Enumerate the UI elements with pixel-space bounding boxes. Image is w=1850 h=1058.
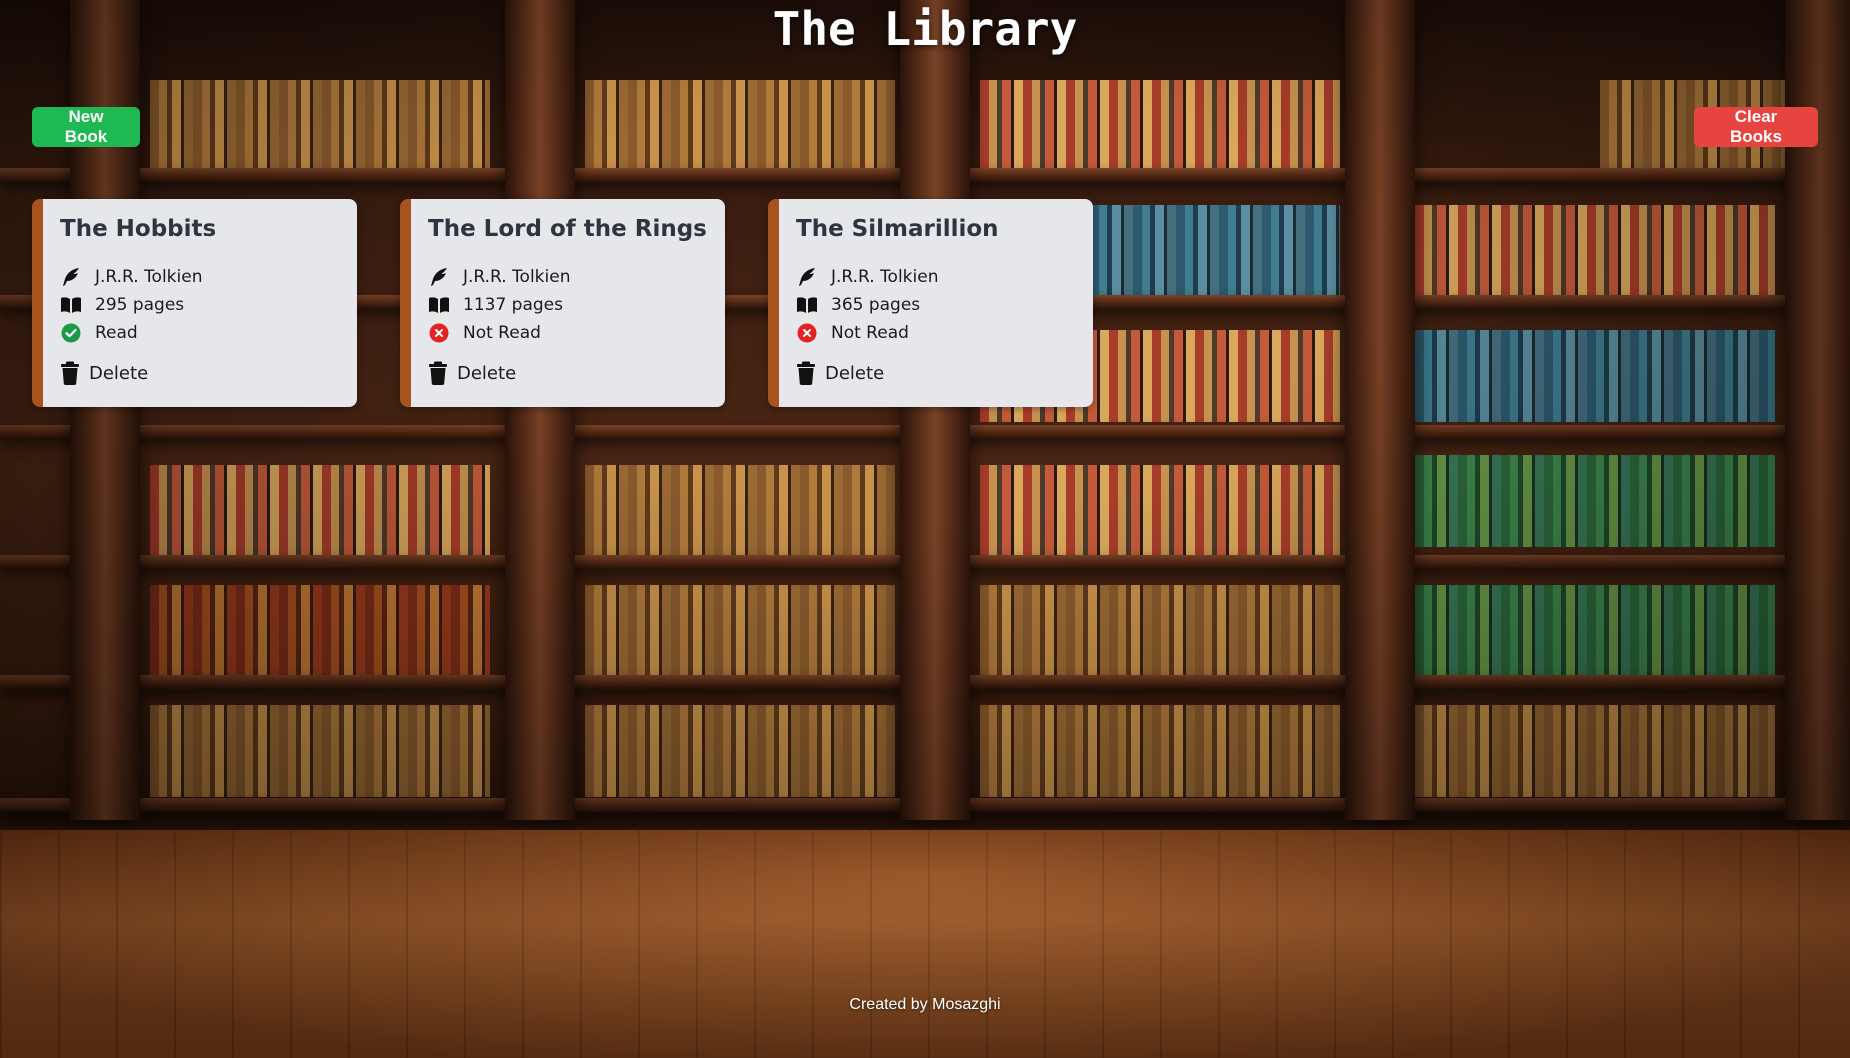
book-pages: 1137 pages (463, 295, 563, 315)
wooden-floor (0, 830, 1850, 1058)
page-title: The Library (772, 2, 1078, 56)
book-status-row[interactable]: Not Read (796, 319, 1093, 347)
book-author-row: J.R.R. Tolkien (60, 263, 357, 291)
book-author: J.R.R. Tolkien (463, 267, 571, 287)
quill-icon (796, 266, 818, 288)
book-status[interactable]: Not Read (463, 323, 541, 343)
book-card: The Hobbits J.R.R. Tolkien 295 pages Rea… (32, 199, 357, 407)
book-status[interactable]: Read (95, 323, 138, 343)
book-status[interactable]: Not Read (831, 323, 909, 343)
book-title: The Silmarillion (796, 216, 999, 242)
open-book-icon (796, 294, 818, 316)
x-circle-icon[interactable] (796, 322, 818, 344)
book-pages-row: 365 pages (796, 291, 1093, 319)
delete-book-button[interactable]: Delete (60, 361, 357, 385)
book-author: J.R.R. Tolkien (831, 267, 939, 287)
book-pages: 365 pages (831, 295, 921, 315)
book-pages-row: 1137 pages (428, 291, 725, 319)
book-status-row[interactable]: Read (60, 319, 357, 347)
delete-label[interactable]: Delete (89, 363, 148, 384)
book-status-row[interactable]: Not Read (428, 319, 725, 347)
bookshelf-background (0, 0, 1850, 830)
check-circle-icon[interactable] (60, 322, 82, 344)
x-circle-icon[interactable] (428, 322, 450, 344)
quill-icon (60, 266, 82, 288)
footer-credit: Created by Mosazghi (849, 996, 1001, 1013)
open-book-icon (60, 294, 82, 316)
open-book-icon (428, 294, 450, 316)
book-card: The Silmarillion J.R.R. Tolkien 365 page… (768, 199, 1093, 407)
delete-book-button[interactable]: Delete (796, 361, 1093, 385)
new-book-button[interactable]: New Book (32, 107, 140, 147)
book-author-row: J.R.R. Tolkien (796, 263, 1093, 291)
book-card: The Lord of the Rings J.R.R. Tolkien 113… (400, 199, 725, 407)
delete-book-button[interactable]: Delete (428, 361, 725, 385)
delete-label[interactable]: Delete (825, 363, 884, 384)
trash-icon (60, 361, 80, 385)
trash-icon (796, 361, 816, 385)
clear-books-button[interactable]: Clear Books (1694, 107, 1818, 147)
book-author-row: J.R.R. Tolkien (428, 263, 725, 291)
quill-icon (428, 266, 450, 288)
book-list: The Hobbits J.R.R. Tolkien 295 pages Rea… (32, 199, 1093, 407)
book-title: The Hobbits (60, 216, 217, 242)
book-pages-row: 295 pages (60, 291, 357, 319)
book-title: The Lord of the Rings (428, 216, 707, 242)
delete-label[interactable]: Delete (457, 363, 516, 384)
book-author: J.R.R. Tolkien (95, 267, 203, 287)
book-pages: 295 pages (95, 295, 185, 315)
trash-icon (428, 361, 448, 385)
